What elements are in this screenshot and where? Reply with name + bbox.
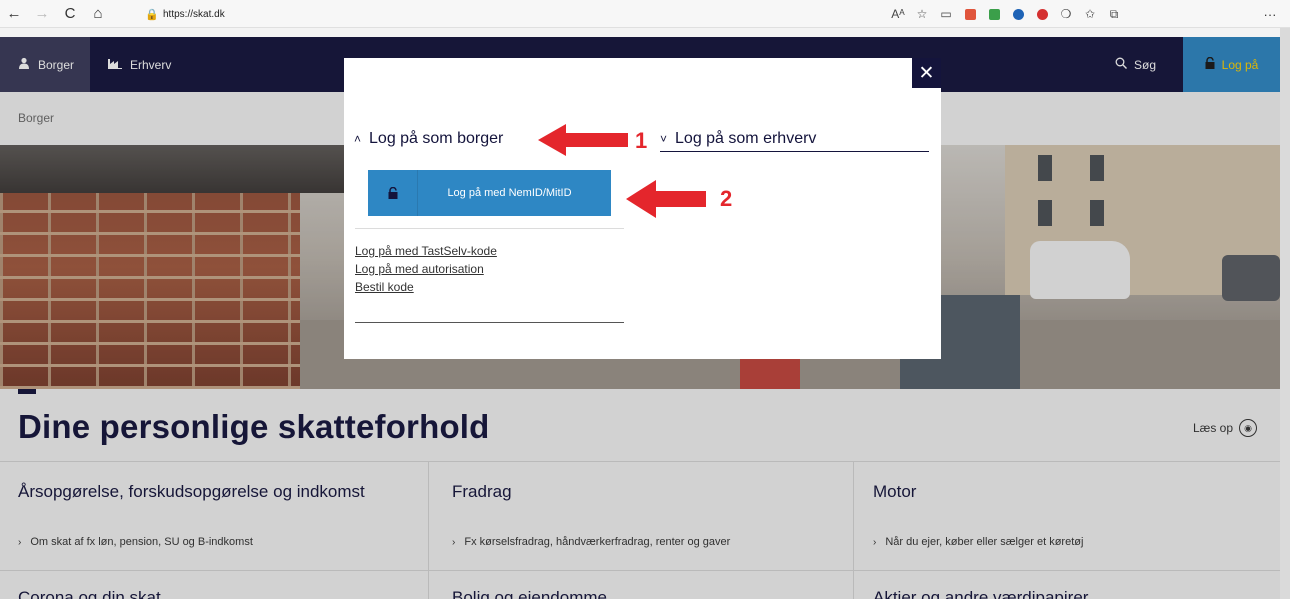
adblock-icon[interactable] xyxy=(1030,4,1054,24)
address-bar[interactable]: 🔒 https://skat.dk xyxy=(145,3,872,25)
link-bestil-kode[interactable]: Bestil kode xyxy=(355,280,414,294)
link-autorisation[interactable]: Log på med autorisation xyxy=(355,262,484,276)
screenshot-icon[interactable]: ▭ xyxy=(934,4,958,24)
login-borger-heading: Log på som borger xyxy=(369,130,504,147)
url-text: https://skat.dk xyxy=(163,8,225,20)
chevron-down-icon: ˅ xyxy=(660,132,668,146)
ext-red-icon-shape xyxy=(964,8,976,20)
login-erhverv-toggle[interactable]: ˅ Log på som erhverv xyxy=(660,130,816,148)
collections-icon[interactable]: ⧉ xyxy=(1102,4,1126,24)
link-tastselv[interactable]: Log på med TastSelv-kode xyxy=(355,244,497,258)
ext-green-icon[interactable] xyxy=(982,4,1006,24)
annotation-number-1: 1 xyxy=(635,128,648,153)
login-erhverv-heading: Log på som erhverv xyxy=(675,130,817,147)
nemid-login-button[interactable]: Log på med NemID/MitID xyxy=(368,170,611,216)
modal-divider xyxy=(355,322,624,323)
browser-toolbar: ← → C ⌂ 🔒 https://skat.dk Aᴬ ☆ ▭ ❍ ✩ ⧉ ··· xyxy=(0,0,1290,28)
adblock-icon-shape xyxy=(1036,8,1048,20)
scrollbar[interactable] xyxy=(1280,28,1290,599)
home-button[interactable]: ⌂ xyxy=(84,0,112,28)
refresh-button[interactable]: C xyxy=(56,0,84,28)
modal-divider xyxy=(355,228,624,229)
ext-green-icon-shape xyxy=(988,8,1000,20)
nemid-login-label: Log på med NemID/MitID xyxy=(447,187,572,199)
lock-icon xyxy=(368,170,418,216)
lock-icon: 🔒 xyxy=(145,8,159,21)
ext-red-icon[interactable] xyxy=(958,4,982,24)
annotation-number-2: 2 xyxy=(720,186,733,211)
extensions-icon[interactable]: ❍ xyxy=(1054,4,1078,24)
close-icon: ✕ xyxy=(918,62,935,84)
ext-blue-icon[interactable] xyxy=(1006,4,1030,24)
login-borger-toggle[interactable]: ˄ Log på som borger xyxy=(354,130,503,148)
ext-blue-icon-shape xyxy=(1012,8,1024,20)
back-button[interactable]: ← xyxy=(0,0,28,28)
forward-button[interactable]: → xyxy=(28,0,56,28)
extension-toolbar: Aᴬ ☆ ▭ ❍ ✩ ⧉ xyxy=(886,4,1126,24)
chevron-up-icon: ˄ xyxy=(354,132,362,146)
erhverv-underline xyxy=(660,151,929,152)
close-button[interactable]: ✕ xyxy=(912,58,941,88)
annotation-arrow-2 xyxy=(626,180,706,218)
favorites-icon[interactable]: ✩ xyxy=(1078,4,1102,24)
annotation-arrow-1 xyxy=(538,124,628,156)
more-menu-icon[interactable]: ··· xyxy=(1260,4,1280,24)
favorite-add-icon[interactable]: ☆ xyxy=(910,4,934,24)
read-aloud-icon[interactable]: Aᴬ xyxy=(886,4,910,24)
